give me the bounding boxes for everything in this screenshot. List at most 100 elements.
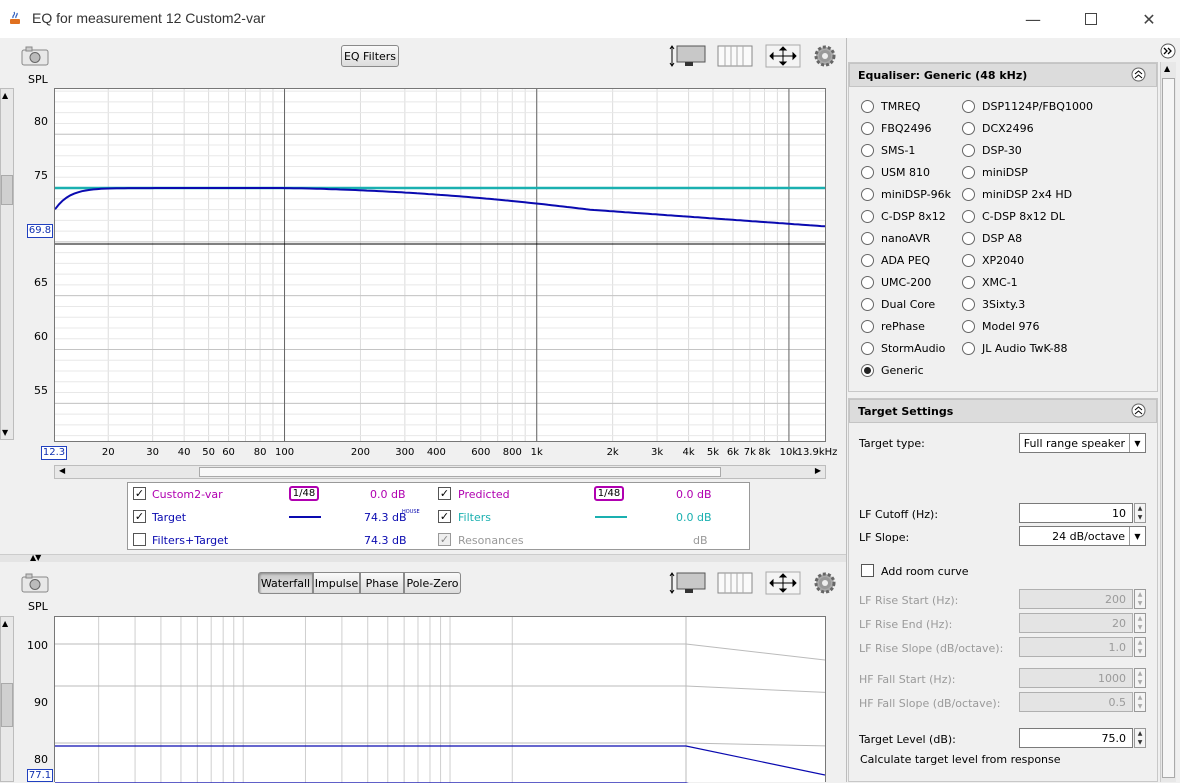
splitter-arrows-icon[interactable]: ▲▼ — [30, 553, 41, 562]
settings-gear-icon[interactable] — [813, 44, 837, 68]
target-type-select[interactable]: Full range speaker ▼ — [1019, 433, 1146, 453]
equaliser-radio[interactable] — [962, 210, 975, 223]
waterfall-plot-area[interactable] — [54, 616, 826, 783]
hf-fall-slope-spinner[interactable]: ▲ ▼ — [1134, 692, 1146, 712]
scroll-up-icon[interactable]: ▲ — [2, 619, 8, 628]
equaliser-radio[interactable] — [962, 298, 975, 311]
equaliser-radio[interactable] — [861, 144, 874, 157]
right-panel-scrollbar[interactable]: ▲ — [1160, 62, 1176, 782]
scroll-thumb[interactable] — [1, 175, 13, 205]
tab-waterfall[interactable]: Waterfall — [258, 572, 313, 594]
equaliser-radio[interactable] — [962, 166, 975, 179]
target-level-input[interactable]: 75.0 — [1019, 728, 1133, 748]
tab-impulse[interactable]: Impulse — [313, 572, 360, 594]
smoothing-badge[interactable]: 1/48 — [289, 486, 319, 501]
lf-cutoff-spinner[interactable]: ▲ ▼ — [1134, 503, 1146, 523]
collapse-section-icon[interactable] — [1131, 67, 1146, 82]
settings-gear-icon[interactable] — [813, 571, 837, 595]
vertical-zoom-icon[interactable] — [669, 571, 707, 595]
equaliser-radio[interactable] — [861, 232, 874, 245]
lf-rise-slope-input[interactable]: 1.0 — [1019, 637, 1133, 657]
custom2-var-checkbox[interactable]: ✓ — [133, 487, 146, 500]
equaliser-radio[interactable] — [861, 210, 874, 223]
collapse-panel-icon[interactable] — [1160, 43, 1176, 59]
h-scroll-thumb[interactable] — [199, 467, 721, 477]
pane-splitter[interactable] — [0, 554, 846, 562]
equaliser-radio[interactable] — [962, 320, 975, 333]
scroll-thumb[interactable] — [1162, 78, 1175, 778]
resonances-checkbox[interactable]: ✓ — [438, 533, 451, 546]
equaliser-option-label: XMC-1 — [982, 276, 1018, 289]
equaliser-radio[interactable] — [962, 100, 975, 113]
equaliser-radio[interactable] — [861, 320, 874, 333]
hf-fall-slope-input[interactable]: 0.5 — [1019, 692, 1133, 712]
equaliser-radio[interactable] — [861, 342, 874, 355]
scroll-left-icon[interactable]: ◀ — [59, 466, 65, 475]
lf-rise-start-spinner[interactable]: ▲ ▼ — [1134, 589, 1146, 609]
equaliser-radio[interactable] — [962, 342, 975, 355]
equaliser-radio[interactable] — [861, 298, 874, 311]
lf-slope-select[interactable]: 24 dB/octave ▼ — [1019, 526, 1146, 546]
lf-cutoff-input[interactable]: 10 — [1019, 503, 1133, 523]
x-tick: 10k — [779, 447, 799, 458]
equaliser-title: Equaliser: Generic (48 kHz) — [858, 68, 1028, 82]
equaliser-radio[interactable] — [861, 254, 874, 267]
add-room-curve-checkbox[interactable] — [861, 564, 874, 577]
equaliser-radio[interactable] — [861, 166, 874, 179]
bottom-vertical-scrollbar[interactable]: ▲ — [0, 616, 14, 782]
lf-rise-slope-spinner[interactable]: ▲ ▼ — [1134, 637, 1146, 657]
horizontal-zoom-icon[interactable] — [717, 44, 753, 68]
lf-rise-end-input[interactable]: 20 — [1019, 613, 1133, 633]
equaliser-radio[interactable] — [861, 122, 874, 135]
scroll-up-icon[interactable]: ▲ — [1164, 64, 1170, 73]
lf-rise-start-input[interactable]: 200 — [1019, 589, 1133, 609]
waterfall-graph — [55, 617, 825, 783]
filters-target-checkbox[interactable] — [133, 533, 146, 546]
scroll-down-icon[interactable]: ▼ — [2, 428, 8, 437]
scroll-up-icon[interactable]: ▲ — [2, 91, 8, 100]
scroll-right-icon[interactable]: ▶ — [815, 466, 821, 475]
equaliser-radio[interactable] — [962, 254, 975, 267]
equaliser-radio[interactable] — [861, 276, 874, 289]
tab-phase[interactable]: Phase — [360, 572, 404, 594]
equaliser-radio[interactable] — [962, 232, 975, 245]
equaliser-radio[interactable] — [861, 100, 874, 113]
equaliser-header[interactable]: Equaliser: Generic (48 kHz) — [849, 63, 1157, 87]
eq-filters-button[interactable]: EQ Filters — [341, 45, 399, 67]
target-level-spinner[interactable]: ▲ ▼ — [1134, 728, 1146, 748]
pan-arrows-icon[interactable] — [765, 571, 801, 595]
maximize-button[interactable] — [1062, 0, 1120, 38]
lf-rise-end-spinner[interactable]: ▲ ▼ — [1134, 613, 1146, 633]
vertical-zoom-icon[interactable] — [669, 44, 707, 68]
tab-pole-zero[interactable]: Pole-Zero — [404, 572, 461, 594]
equaliser-radio[interactable] — [962, 188, 975, 201]
spin-down-icon: ▼ — [1137, 648, 1143, 655]
camera-icon[interactable] — [20, 572, 50, 594]
chevron-down-icon: ▼ — [1129, 434, 1145, 452]
minimize-button[interactable]: — — [1004, 0, 1062, 38]
collapse-section-icon[interactable] — [1131, 403, 1146, 418]
predicted-checkbox[interactable]: ✓ — [438, 487, 451, 500]
equaliser-radio[interactable] — [962, 144, 975, 157]
top-horizontal-scrollbar[interactable]: ◀ ▶ — [54, 465, 826, 479]
hf-fall-start-input[interactable]: 1000 — [1019, 668, 1133, 688]
camera-icon[interactable] — [20, 45, 50, 67]
equaliser-radio[interactable] — [962, 122, 975, 135]
calculate-target-level-link[interactable]: Calculate target level from response — [860, 753, 1061, 766]
filters-checkbox[interactable]: ✓ — [438, 510, 451, 523]
legend-target-label: Target — [152, 511, 187, 524]
horizontal-zoom-icon[interactable] — [717, 571, 753, 595]
pan-arrows-icon[interactable] — [765, 44, 801, 68]
scroll-thumb[interactable] — [1, 683, 13, 727]
equaliser-radio[interactable] — [861, 364, 874, 377]
top-vertical-scrollbar[interactable]: ▲ ▼ — [0, 88, 14, 440]
smoothing-badge[interactable]: 1/48 — [594, 486, 624, 501]
close-button[interactable]: ✕ — [1120, 0, 1178, 38]
hf-fall-start-spinner[interactable]: ▲ ▼ — [1134, 668, 1146, 688]
spl-plot-area[interactable] — [54, 88, 826, 442]
equaliser-radio[interactable] — [962, 276, 975, 289]
target-settings-header[interactable]: Target Settings — [849, 399, 1157, 423]
equaliser-radio[interactable] — [861, 188, 874, 201]
x-tick: 400 — [426, 447, 446, 458]
target-checkbox[interactable]: ✓ — [133, 510, 146, 523]
